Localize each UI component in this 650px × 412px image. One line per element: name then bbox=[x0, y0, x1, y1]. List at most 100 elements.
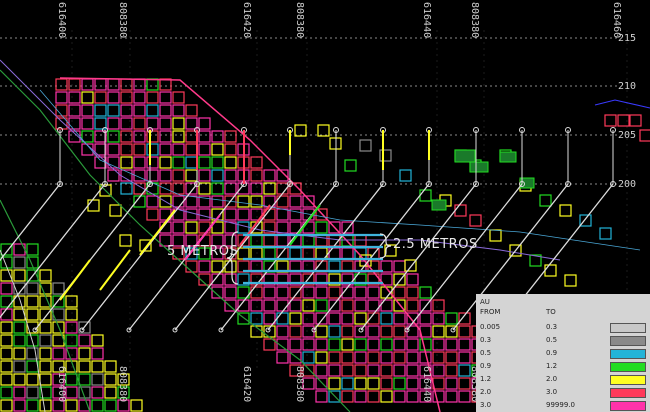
easting-label: 808380 bbox=[117, 2, 128, 39]
grade-block bbox=[198, 169, 211, 182]
grade-block bbox=[445, 351, 458, 364]
grade-block bbox=[107, 169, 120, 182]
grade-interval-segment bbox=[59, 259, 91, 301]
grade-block bbox=[94, 104, 107, 117]
grade-legend[interactable]: AU FROM TO 0.005 0.3 0.3 0.5 0.5 0.9 0.9 1.2 1.2… bbox=[476, 294, 650, 412]
grade-block bbox=[211, 169, 224, 182]
grade-block bbox=[539, 194, 552, 207]
grade-block bbox=[445, 338, 458, 351]
grade-block bbox=[354, 390, 367, 403]
grade-block bbox=[0, 373, 13, 386]
grade-block bbox=[107, 117, 120, 130]
easting-label: 808380 bbox=[469, 2, 480, 39]
section-viewport[interactable]: 616400 808380 616420 808380 616440 80838… bbox=[0, 0, 650, 412]
grade-block bbox=[445, 390, 458, 403]
grade-block bbox=[13, 256, 26, 269]
blast-hole-trace bbox=[313, 183, 430, 331]
geology-contact-line bbox=[594, 99, 650, 109]
grade-block bbox=[224, 143, 237, 156]
vertical-spacing-annotation: 5 METROS bbox=[167, 244, 239, 259]
grade-block bbox=[354, 351, 367, 364]
grade-block bbox=[172, 117, 185, 130]
grade-block bbox=[159, 91, 172, 104]
grade-block bbox=[289, 299, 302, 312]
grade-block bbox=[224, 286, 237, 299]
grade-block bbox=[146, 78, 159, 91]
grade-block bbox=[78, 373, 91, 386]
grade-block bbox=[39, 360, 52, 373]
grade-block bbox=[458, 325, 471, 338]
easting-label: 808380 bbox=[294, 2, 305, 39]
grade-block bbox=[328, 351, 341, 364]
grade-block bbox=[0, 386, 13, 399]
high-grade-patch bbox=[454, 149, 476, 163]
legend-to-value: 99999.0 bbox=[546, 401, 575, 409]
grade-block bbox=[263, 169, 276, 182]
grade-block bbox=[559, 204, 572, 217]
grade-block bbox=[185, 143, 198, 156]
legend-row: 0.5 0.9 bbox=[476, 346, 650, 360]
grade-block bbox=[367, 377, 380, 390]
grade-block bbox=[276, 299, 289, 312]
grade-block bbox=[39, 399, 52, 412]
grade-block bbox=[172, 221, 185, 234]
grade-block bbox=[198, 260, 211, 273]
elevation-label: 215 bbox=[617, 33, 636, 44]
grade-block bbox=[133, 104, 146, 117]
grade-block bbox=[211, 130, 224, 143]
grade-block bbox=[13, 334, 26, 347]
grade-block bbox=[185, 260, 198, 273]
grade-block bbox=[315, 390, 328, 403]
grade-block bbox=[52, 282, 65, 295]
grade-block bbox=[341, 377, 354, 390]
grade-block bbox=[146, 156, 159, 169]
grade-block bbox=[393, 312, 406, 325]
grade-block bbox=[276, 286, 289, 299]
grade-block bbox=[393, 351, 406, 364]
grade-block bbox=[341, 325, 354, 338]
grade-block bbox=[172, 130, 185, 143]
grade-block bbox=[341, 390, 354, 403]
grade-block bbox=[0, 282, 13, 295]
grade-block bbox=[276, 221, 289, 234]
grade-block bbox=[432, 338, 445, 351]
grade-block bbox=[380, 364, 393, 377]
grade-block bbox=[0, 295, 13, 308]
grade-block bbox=[432, 364, 445, 377]
grade-block bbox=[445, 312, 458, 325]
grade-block bbox=[224, 260, 237, 273]
grade-block bbox=[302, 351, 315, 364]
grade-block bbox=[315, 351, 328, 364]
legend-from-value: 2.0 bbox=[480, 388, 492, 396]
grade-block bbox=[198, 143, 211, 156]
grade-block bbox=[65, 386, 78, 399]
grade-block bbox=[39, 308, 52, 321]
grade-block bbox=[617, 114, 630, 127]
grade-block bbox=[91, 386, 104, 399]
grade-block bbox=[26, 399, 39, 412]
grade-block bbox=[133, 117, 146, 130]
grade-block bbox=[119, 234, 132, 247]
grade-block bbox=[489, 229, 502, 242]
grade-block bbox=[406, 364, 419, 377]
grade-block bbox=[302, 299, 315, 312]
grade-block bbox=[172, 91, 185, 104]
grade-block bbox=[198, 117, 211, 130]
grade-block bbox=[120, 104, 133, 117]
legend-color-swatch bbox=[610, 349, 646, 359]
grade-block bbox=[263, 182, 276, 195]
grade-block bbox=[26, 243, 39, 256]
grade-block bbox=[406, 299, 419, 312]
grade-block bbox=[263, 247, 276, 260]
grade-block bbox=[380, 351, 393, 364]
grade-block bbox=[289, 195, 302, 208]
legend-to-value: 0.3 bbox=[546, 323, 558, 331]
grade-block bbox=[341, 312, 354, 325]
grade-block bbox=[250, 169, 263, 182]
grade-block bbox=[120, 130, 133, 143]
grade-block bbox=[354, 377, 367, 390]
high-grade-patch bbox=[469, 161, 489, 173]
grade-block bbox=[107, 78, 120, 91]
grade-block bbox=[341, 351, 354, 364]
grade-block bbox=[250, 182, 263, 195]
